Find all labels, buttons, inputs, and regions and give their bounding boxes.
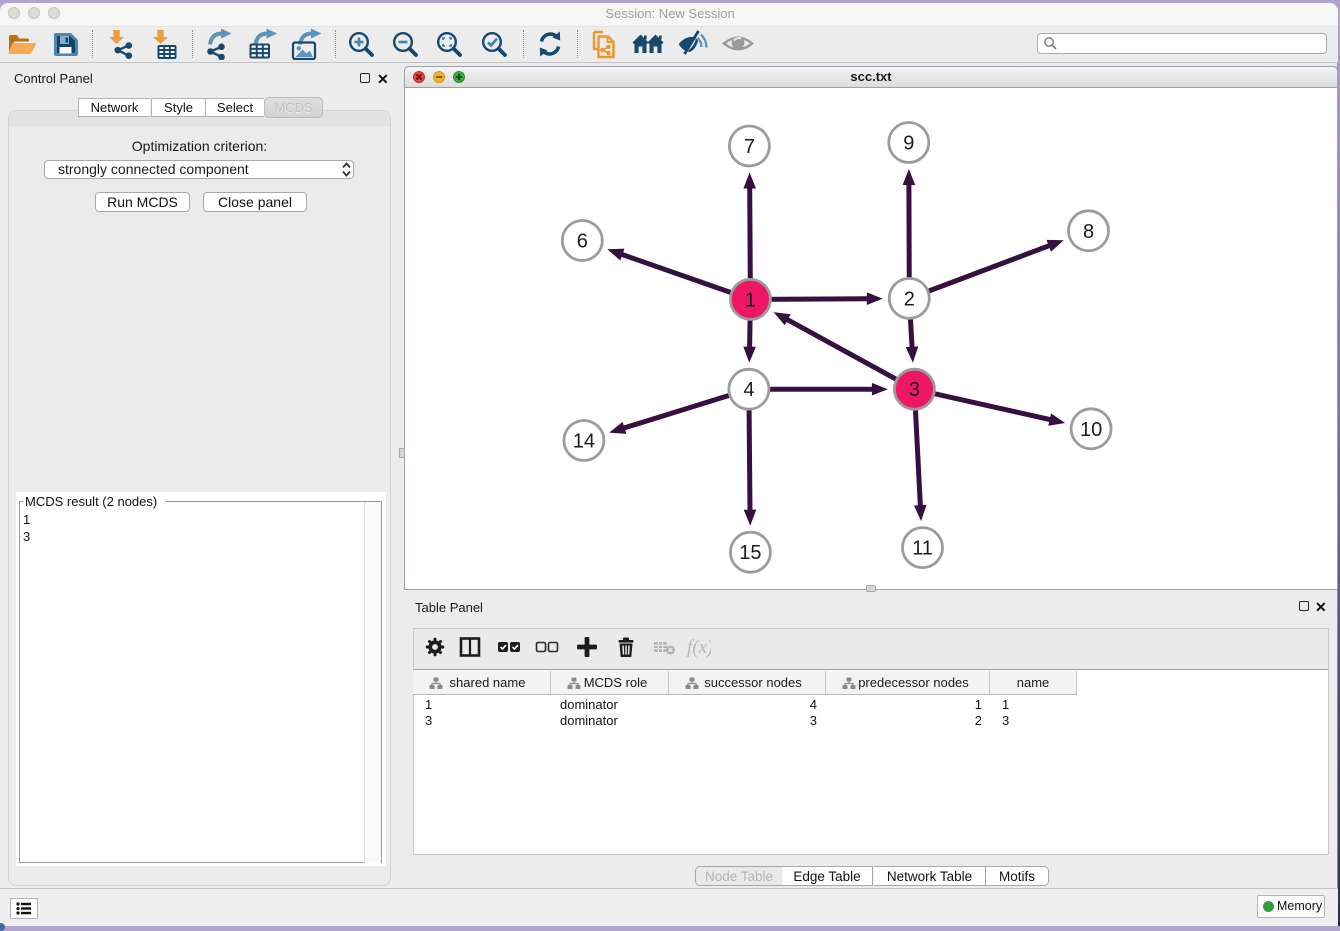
svg-text:2: 2 <box>904 288 915 310</box>
svg-text:3: 3 <box>909 379 920 401</box>
svg-text:1: 1 <box>745 289 756 311</box>
svg-text:9: 9 <box>903 133 914 155</box>
svg-text:15: 15 <box>739 542 761 564</box>
svg-text:6: 6 <box>577 231 588 253</box>
svg-text:7: 7 <box>744 136 755 158</box>
svg-text:10: 10 <box>1080 419 1102 441</box>
svg-text:11: 11 <box>912 538 933 560</box>
svg-text:14: 14 <box>573 431 595 453</box>
svg-text:4: 4 <box>743 379 754 401</box>
svg-text:f(x): f(x) <box>687 637 711 658</box>
svg-text:8: 8 <box>1083 221 1094 243</box>
